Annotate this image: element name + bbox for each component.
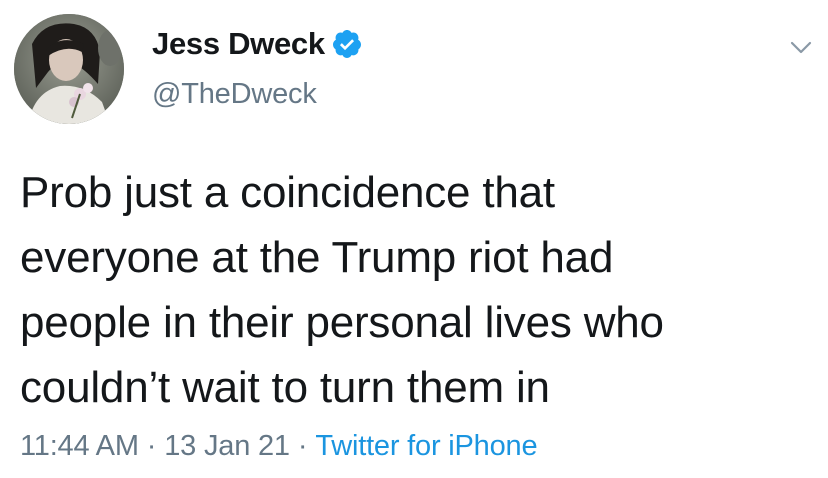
tweet-text: Prob just a coincidence that everyone at… (20, 160, 810, 420)
tweet-card: Jess Dweck @TheDweck Prob just a coincid… (0, 0, 828, 478)
tweet-time[interactable]: 11:44 AM (20, 430, 139, 462)
verified-badge-icon (331, 28, 363, 60)
tweet-text-line: people in their personal lives who (20, 298, 664, 347)
tweet-source-link[interactable]: Twitter for iPhone (315, 430, 537, 462)
tweet-date[interactable]: 13 Jan 21 (164, 430, 290, 462)
author-name-row[interactable]: Jess Dweck (152, 24, 363, 64)
avatar[interactable] (14, 14, 124, 124)
tweet-text-line: Prob just a coincidence that (20, 168, 555, 217)
tweet-text-line: everyone at the Trump riot had (20, 233, 614, 282)
tweet-text-line: couldn’t wait to turn them in (20, 363, 550, 412)
meta-separator: · (146, 430, 157, 462)
profile-photo (14, 14, 124, 124)
user-handle[interactable]: @TheDweck (152, 78, 317, 111)
tweet-meta: 11:44 AM · 13 Jan 21 · Twitter for iPhone (20, 430, 538, 463)
chevron-down-icon[interactable] (788, 34, 814, 60)
display-name[interactable]: Jess Dweck (152, 26, 325, 62)
meta-separator: · (297, 430, 308, 462)
